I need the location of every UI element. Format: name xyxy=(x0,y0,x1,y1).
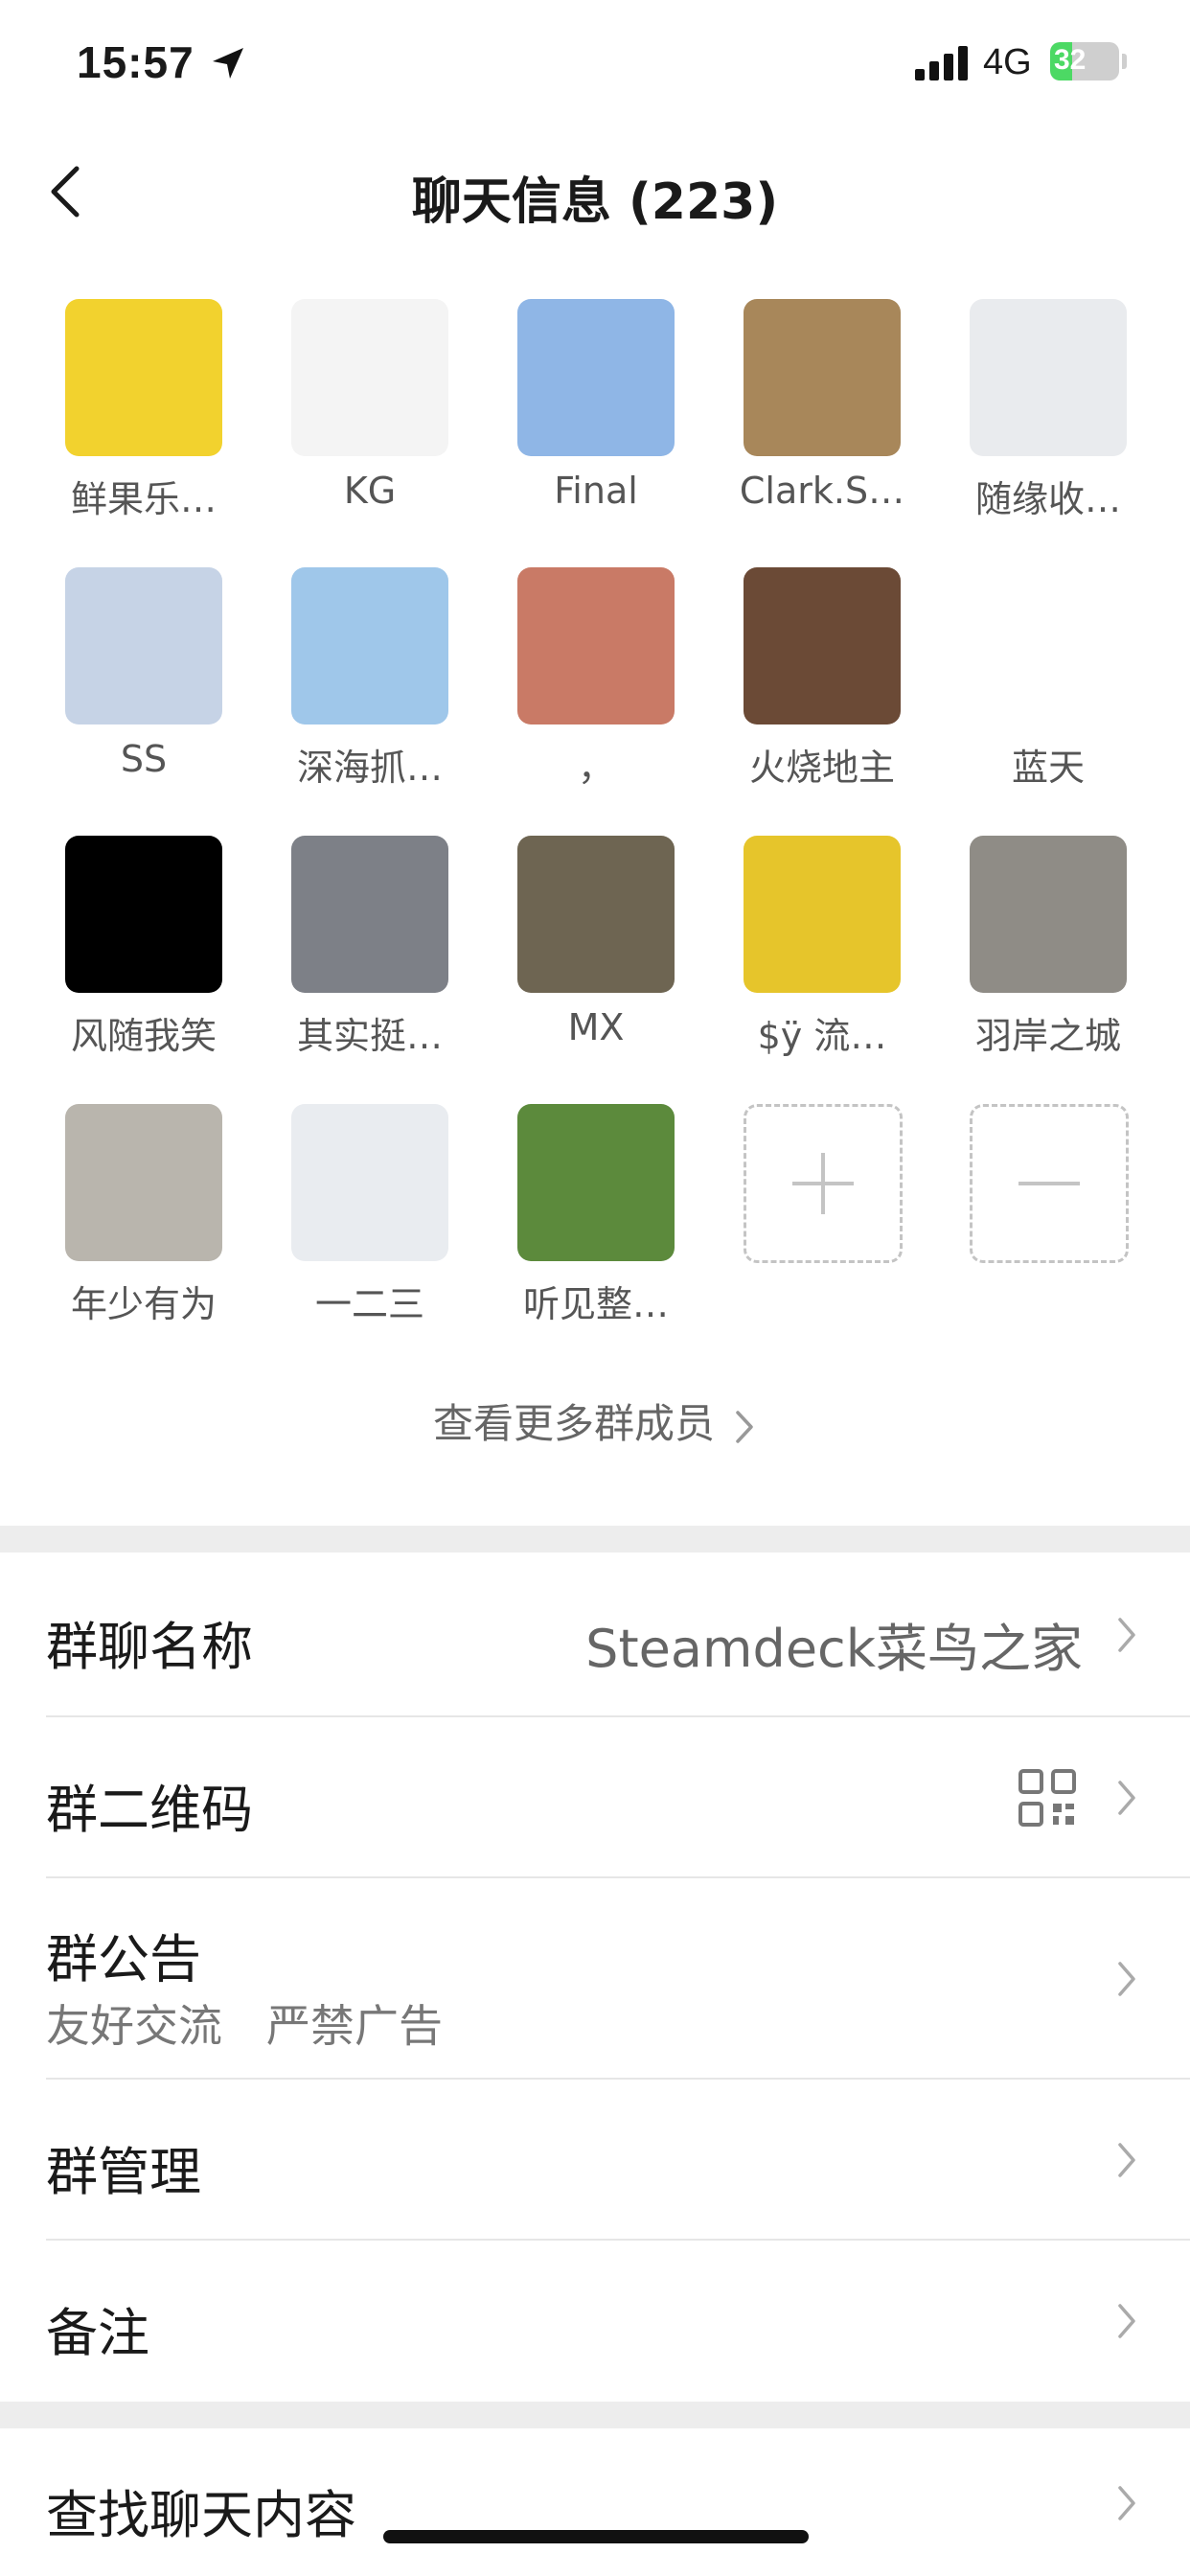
battery-percent: 32 xyxy=(1054,44,1087,76)
chat-info-screen: 15:57 4G 32 聊天信息 (223) 鲜果乐… KG Final Clark.… xyxy=(0,0,1190,2576)
group-notice-text: 友好交流 严禁广告 xyxy=(46,2000,443,2052)
avatar xyxy=(291,299,448,456)
see-more-label: 查看更多群成员 xyxy=(432,1400,715,1447)
member-name: $ÿ 流… xyxy=(757,1015,887,1057)
member-item[interactable]: 火烧地主 xyxy=(696,567,916,816)
avatar xyxy=(970,567,1127,724)
add-member-box xyxy=(744,1104,903,1263)
avatar xyxy=(744,299,901,456)
remark-label: 备注 xyxy=(46,2303,149,2363)
member-name: Final xyxy=(554,470,638,512)
qr-code-icon xyxy=(1018,1769,1076,1827)
member-item[interactable]: Final xyxy=(469,299,690,548)
chevron-right-icon xyxy=(1118,1618,1135,1652)
chevron-right-icon xyxy=(1118,2143,1135,2177)
page-title: 聊天信息 (223) xyxy=(411,173,779,231)
member-item[interactable]: MX xyxy=(469,836,690,1085)
home-indicator xyxy=(383,2530,809,2543)
member-item[interactable]: 羽岸之城 xyxy=(922,836,1142,1085)
member-name: 深海抓… xyxy=(296,747,443,789)
member-name: MX xyxy=(567,1006,625,1048)
search-chat-label: 查找聊天内容 xyxy=(46,2485,356,2545)
member-name: 鲜果乐… xyxy=(70,478,217,520)
member-name: KG xyxy=(343,470,397,512)
avatar xyxy=(517,567,675,724)
avatar xyxy=(744,567,901,724)
avatar xyxy=(970,299,1127,456)
group-manage-row[interactable]: 群管理 xyxy=(0,2080,1190,2241)
chevron-right-icon xyxy=(1118,1781,1135,1815)
member-item[interactable]: 听见整… xyxy=(469,1104,690,1353)
section-divider xyxy=(0,2402,1190,2428)
remove-member-button[interactable] xyxy=(922,1104,1142,1353)
member-name: Clark.S… xyxy=(739,470,905,512)
member-item[interactable]: 一二三 xyxy=(243,1104,464,1353)
member-name: 其实挺… xyxy=(296,1015,443,1057)
group-manage-label: 群管理 xyxy=(46,2142,201,2202)
member-name: 火烧地主 xyxy=(748,747,895,789)
member-name: 风随我笑 xyxy=(70,1015,217,1057)
battery-indicator: 32 xyxy=(1050,42,1127,80)
member-name: SS xyxy=(120,738,168,780)
chevron-right-icon xyxy=(1118,1962,1135,1996)
member-item[interactable]: 随缘收… xyxy=(922,299,1142,548)
add-member-button[interactable] xyxy=(696,1104,916,1353)
member-item[interactable]: 年少有为 xyxy=(17,1104,238,1353)
group-name-label: 群聊名称 xyxy=(46,1617,253,1677)
member-item[interactable]: 鲜果乐… xyxy=(17,299,238,548)
avatar xyxy=(291,1104,448,1261)
avatar xyxy=(517,1104,675,1261)
member-item[interactable]: Clark.S… xyxy=(696,299,916,548)
chevron-right-icon xyxy=(1118,2486,1135,2520)
member-name: 年少有为 xyxy=(70,1283,217,1325)
avatar xyxy=(970,836,1127,993)
avatar xyxy=(517,836,675,993)
section-divider xyxy=(0,1526,1190,1552)
nav-bar: 聊天信息 (223) xyxy=(0,144,1190,240)
location-arrow-icon xyxy=(213,48,243,79)
avatar xyxy=(65,1104,222,1261)
member-item[interactable]: KG xyxy=(243,299,464,548)
minus-icon xyxy=(1018,1182,1080,1185)
member-name: ， xyxy=(577,747,614,789)
avatar xyxy=(291,836,448,993)
avatar xyxy=(65,299,222,456)
group-name-value: Steamdeck菜鸟之家 xyxy=(585,1619,1083,1679)
member-item[interactable]: 其实挺… xyxy=(243,836,464,1085)
see-more-members-link[interactable]: 查看更多群成员 xyxy=(0,1392,1190,1450)
status-bar: 15:57 4G 32 xyxy=(0,0,1190,125)
member-item[interactable]: $ÿ 流… xyxy=(696,836,916,1085)
member-name: 一二三 xyxy=(314,1283,424,1325)
avatar xyxy=(65,836,222,993)
member-name: 蓝天 xyxy=(1011,747,1085,789)
chevron-right-icon xyxy=(736,1410,753,1443)
remark-row[interactable]: 备注 xyxy=(0,2241,1190,2402)
avatar xyxy=(744,836,901,993)
member-name: 听见整… xyxy=(522,1283,669,1325)
remove-member-box xyxy=(970,1104,1129,1263)
member-name: 羽岸之城 xyxy=(974,1015,1121,1057)
member-item[interactable]: ， xyxy=(469,567,690,816)
search-chat-row[interactable]: 查找聊天内容 xyxy=(0,2428,1190,2576)
avatar xyxy=(517,299,675,456)
avatar xyxy=(65,567,222,724)
member-item[interactable]: 深海抓… xyxy=(243,567,464,816)
member-item[interactable]: 蓝天 xyxy=(922,567,1142,816)
member-item[interactable]: 风随我笑 xyxy=(17,836,238,1085)
signal-bars-icon xyxy=(915,46,968,80)
member-name: 随缘收… xyxy=(974,478,1121,520)
member-item[interactable]: SS xyxy=(17,567,238,816)
network-type: 4G xyxy=(983,42,1032,82)
group-name-row[interactable]: 群聊名称 Steamdeck菜鸟之家 xyxy=(0,1552,1190,1717)
group-notice-row[interactable]: 群公告 友好交流 严禁广告 xyxy=(0,1878,1190,2080)
status-time: 15:57 xyxy=(77,37,195,87)
chevron-right-icon xyxy=(1118,2304,1135,2338)
avatar xyxy=(291,567,448,724)
plus-icon xyxy=(792,1153,854,1214)
group-qr-label: 群二维码 xyxy=(46,1780,253,1840)
group-qr-row[interactable]: 群二维码 xyxy=(0,1717,1190,1878)
group-notice-label: 群公告 xyxy=(46,1929,201,1990)
